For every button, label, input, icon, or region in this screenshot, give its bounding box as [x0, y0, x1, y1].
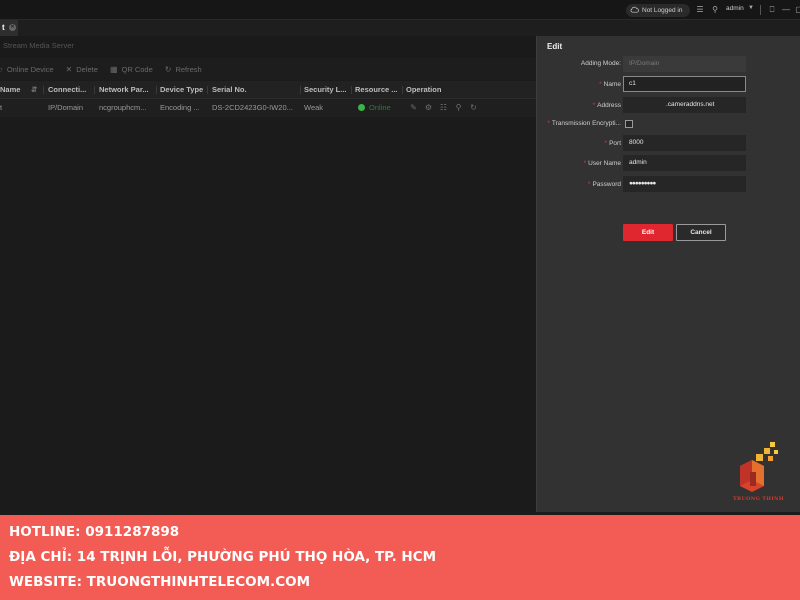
edit-button[interactable]: Edit	[623, 224, 673, 241]
storage-icon[interactable]: ☷	[439, 103, 448, 112]
qr-code-button[interactable]: ▦ QR Code	[110, 65, 153, 74]
user-menu[interactable]: admin	[726, 5, 744, 12]
window-icon[interactable]: ▢	[794, 5, 800, 15]
column-divider[interactable]	[402, 86, 403, 94]
edit-icon[interactable]: ✎	[409, 103, 418, 112]
refresh-icon: ↻	[164, 64, 172, 74]
chevron-down-icon[interactable]: ▼	[748, 5, 754, 11]
cloud-status-pill[interactable]: Not Logged in	[626, 4, 690, 17]
column-divider[interactable]	[43, 86, 44, 94]
password-label: * Password	[587, 181, 621, 188]
cell-name: t	[0, 103, 3, 112]
address-field[interactable]: .cameraddns.net	[623, 97, 746, 113]
settings-icon[interactable]: ⚙	[424, 103, 433, 112]
delete-button[interactable]: ✕ Delete	[66, 65, 98, 74]
cell-security: Weak	[304, 103, 324, 112]
qr-code-icon: ▦	[109, 64, 118, 74]
delete-label: Delete	[76, 64, 98, 74]
user-icon[interactable]: ⚲	[454, 103, 463, 112]
website-text: WEBSITE: TRUONGTHINHTELECOM.COM	[9, 574, 311, 590]
stream-media-server-section[interactable]: Stream Media Server	[0, 36, 536, 58]
device-list-area	[0, 117, 536, 515]
close-icon[interactable]: ✕	[9, 24, 16, 31]
column-divider[interactable]	[351, 86, 352, 94]
search-icon: ○	[0, 64, 3, 74]
address-text: ĐỊA CHỈ: 14 TRỊNH LỖI, PHƯỜNG PHÚ THỌ HÒ…	[9, 549, 437, 565]
password-field[interactable]: ●●●●●●●●●	[623, 176, 746, 192]
cloud-status-text: Not Logged in	[642, 7, 683, 14]
logo-text: TRUONG THINH	[733, 496, 784, 502]
column-header-resource[interactable]: Resource ...	[355, 81, 400, 99]
device-table-header: Name ⇵ Connecti... Network Par... Device…	[0, 81, 536, 99]
transmission-encryption-checkbox[interactable]	[625, 120, 633, 128]
online-device-button[interactable]: ○ Online Device	[0, 65, 54, 74]
online-status-icon	[358, 104, 365, 111]
address-label: * Address	[592, 102, 621, 109]
refresh-icon[interactable]: ↻	[469, 103, 478, 112]
column-divider[interactable]	[156, 86, 157, 94]
cell-serial: DS-2CD2423G0-IW20...	[212, 103, 293, 112]
column-divider[interactable]	[94, 86, 95, 94]
operation-icons: ✎ ⚙ ☷ ⚲ ↻	[409, 103, 478, 112]
table-row[interactable]: t IP/Domain ncgrouphcm... Encoding ... D…	[0, 99, 536, 117]
port-field[interactable]: 8000	[623, 135, 746, 151]
cloud-icon	[630, 6, 639, 15]
user-icon: ⚲	[712, 5, 718, 14]
column-header-security[interactable]: Security L...	[304, 81, 349, 99]
name-label: * Name	[599, 81, 621, 88]
qr-code-label: QR Code	[121, 64, 153, 74]
name-field[interactable]: c1	[623, 76, 746, 92]
transmission-encryption-label: * Transmission Encrypti...	[547, 120, 621, 127]
refresh-button[interactable]: ↻ Refresh	[165, 65, 202, 74]
column-header-serial[interactable]: Serial No.	[212, 81, 298, 99]
section-label: Stream Media Server	[3, 41, 74, 50]
user-name-label: * User Name	[583, 160, 621, 167]
cancel-button[interactable]: Cancel	[676, 224, 726, 241]
adding-mode-label: Adding Mode:	[580, 60, 621, 67]
refresh-label: Refresh	[175, 64, 202, 74]
column-header-device-type[interactable]: Device Type	[160, 81, 206, 99]
divider	[760, 5, 761, 15]
cell-network: ncgrouphcm...	[99, 103, 147, 112]
tab-device-management[interactable]: t ✕	[0, 20, 18, 36]
cell-device-type: Encoding ...	[160, 103, 200, 112]
port-label: * Port	[604, 140, 621, 147]
close-icon: ✕	[65, 64, 73, 74]
tab-label: t	[2, 23, 5, 32]
column-header-connection[interactable]: Connecti...	[48, 81, 90, 99]
column-divider[interactable]	[207, 86, 208, 94]
column-header-operation: Operation	[406, 85, 442, 94]
column-divider[interactable]	[300, 86, 301, 94]
lock-icon[interactable]: ⎕	[767, 5, 777, 15]
column-header-name[interactable]: Name	[0, 81, 30, 99]
column-header-network[interactable]: Network Par...	[99, 81, 154, 99]
title-bar: Not Logged in ☰ ⚲ admin ▼ ⎕ — ▢	[0, 0, 800, 20]
sort-icon[interactable]: ⇵	[31, 81, 41, 99]
minimize-icon[interactable]: —	[781, 5, 791, 15]
online-device-label: Online Device	[6, 64, 54, 74]
list-icon[interactable]: ☰	[695, 5, 705, 15]
user-name-field[interactable]: admin	[623, 155, 746, 171]
panel-title: Edit	[547, 42, 563, 51]
adding-mode-field: IP/Domain	[623, 56, 746, 72]
cell-connection: IP/Domain	[48, 103, 84, 112]
contact-banner: HOTLINE: 0911287898 ĐỊA CHỈ: 14 TRỊNH LỖ…	[0, 515, 800, 600]
hotline-text: HOTLINE: 0911287898	[9, 524, 180, 540]
tab-strip: t ✕	[0, 20, 800, 36]
device-toolbar: ○ Online Device ✕ Delete ▦ QR Code ↻ Ref…	[0, 58, 536, 80]
online-status-text: Online	[369, 103, 391, 112]
cell-resource-status: Online	[358, 99, 404, 117]
